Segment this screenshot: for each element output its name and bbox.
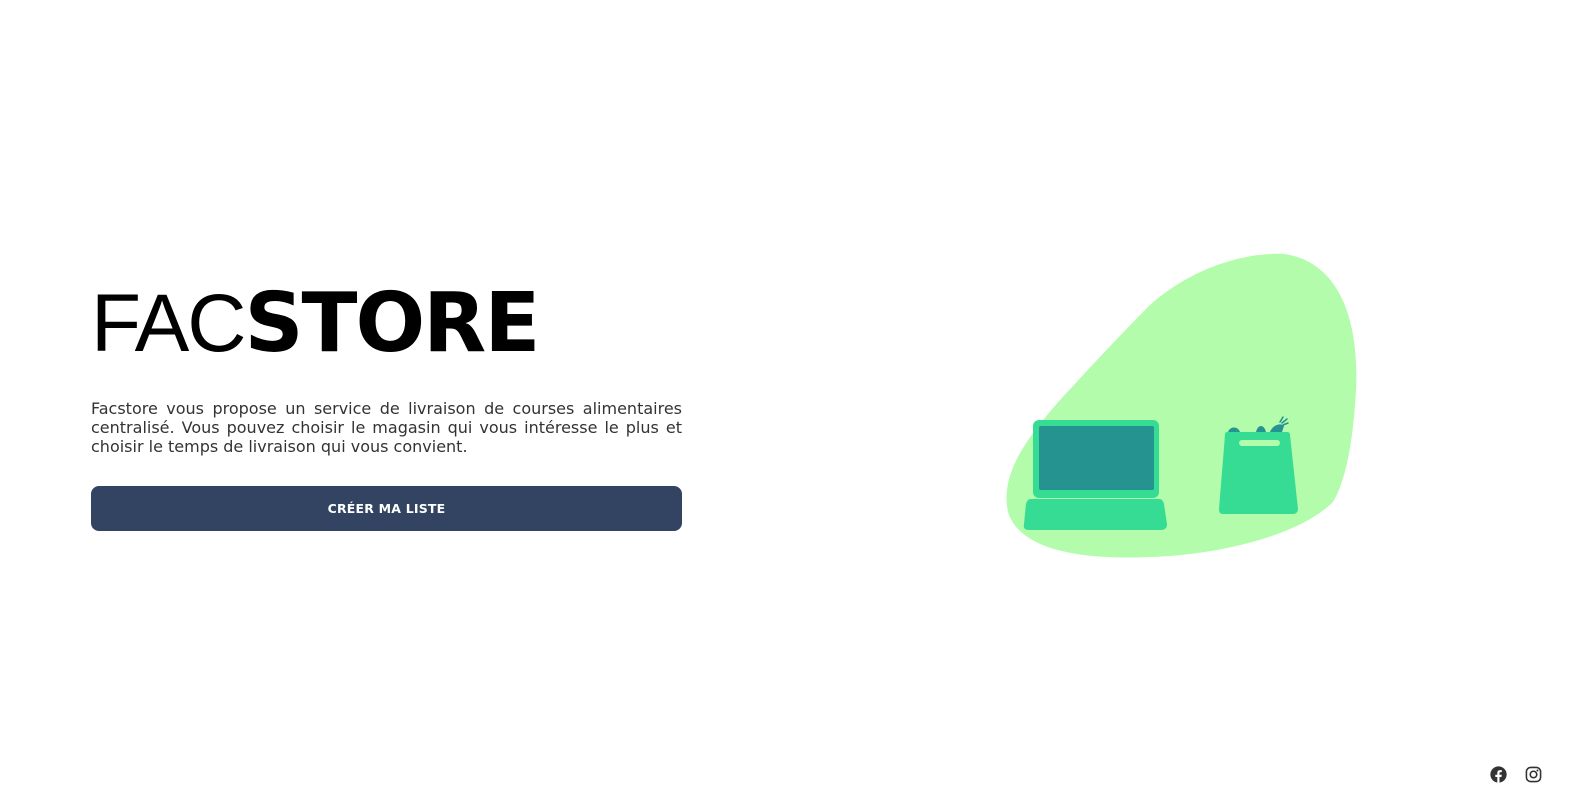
logo-light-text: FAC — [91, 278, 246, 369]
hero-section: FACSTORE Facstore vous propose un servic… — [91, 278, 682, 531]
social-links — [1490, 766, 1542, 783]
instagram-link[interactable] — [1525, 766, 1542, 783]
create-list-button[interactable]: CRÉER MA LISTE — [91, 486, 682, 531]
hero-illustration — [1006, 253, 1357, 558]
brand-logo: FACSTORE — [91, 278, 682, 370]
instagram-icon — [1525, 766, 1542, 783]
hero-description: Facstore vous propose un service de livr… — [91, 399, 682, 456]
facebook-link[interactable] — [1490, 766, 1507, 783]
laptop-icon — [1023, 420, 1167, 530]
logo-bold-text: STORE — [244, 276, 540, 371]
landing-page: FACSTORE Facstore vous propose un servic… — [0, 0, 1570, 811]
facebook-icon — [1490, 766, 1507, 783]
